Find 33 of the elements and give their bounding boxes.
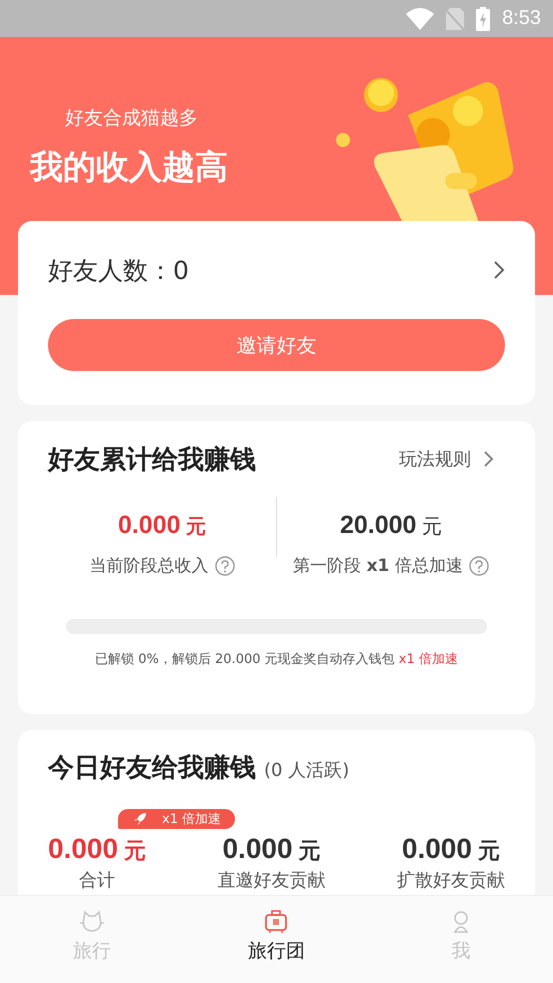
unlock-note: 已解锁 0%，解锁后 20.000 元现金奖自动存入钱包 x1 倍加速 (94, 651, 459, 668)
friend-count: 好友人数：0 (48, 254, 189, 286)
stat-label: 合计 (79, 869, 116, 892)
stat-label: 直邀好友贡献 (218, 869, 326, 892)
rules-link[interactable]: 玩法规则 (399, 447, 495, 471)
stat-label: 扩散好友贡献 (396, 869, 505, 892)
suitcase-icon (264, 910, 288, 934)
help-icon[interactable] (468, 556, 489, 576)
current-income-amount: 0.000 元 (118, 511, 206, 540)
cat-icon (79, 910, 106, 934)
rocket-icon (132, 811, 148, 827)
header-title: 我的收入越高 (30, 146, 228, 188)
status-time: 8:53 (502, 7, 541, 30)
active-count: (0 人活跃) (264, 759, 350, 782)
chevron-right-icon (483, 450, 495, 468)
stat-amount: 0.000 元 (402, 833, 500, 866)
stage-label: 第一阶段 x1 倍总加速 (293, 555, 463, 577)
help-icon[interactable] (214, 556, 234, 576)
wifi-icon (406, 8, 434, 30)
chevron-right-icon[interactable] (493, 260, 505, 280)
no-sim-icon (446, 8, 464, 30)
card-title: 今日好友给我赚钱 (48, 752, 256, 785)
header-subtitle: 好友合成猫越多 (65, 106, 199, 131)
invite-button[interactable]: 邀请好友 (48, 319, 505, 371)
card-title: 好友累计给我赚钱 (48, 444, 256, 476)
person-icon (450, 910, 471, 934)
target-amount: 20.000 元 (340, 511, 442, 540)
stat-amount: 0.000 元 (48, 833, 146, 866)
battery-charging-icon (476, 6, 490, 30)
stat-amount: 0.000 元 (222, 833, 321, 866)
nav-tab[interactable]: 旅行团 (184, 896, 369, 983)
speed-badge: x1 倍加速 (118, 809, 236, 829)
current-income-label: 当前阶段总收入 (90, 555, 208, 577)
